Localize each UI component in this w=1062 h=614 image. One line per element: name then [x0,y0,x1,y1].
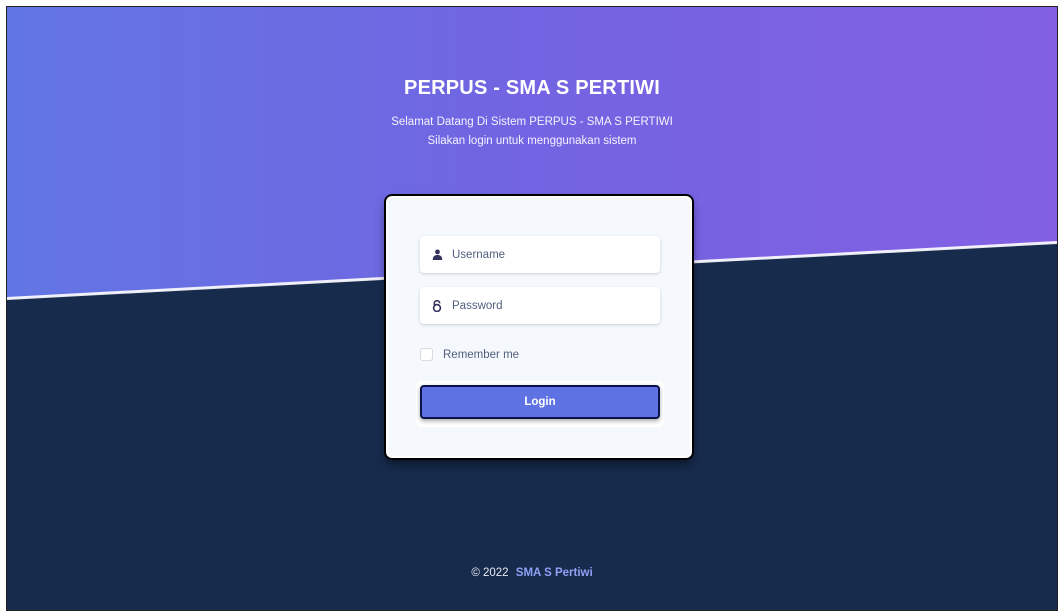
footer-brand-link[interactable]: SMA S Pertiwi [516,567,593,579]
welcome-text: Selamat Datang Di Sistem PERPUS - SMA S … [391,116,673,128]
page-subtitle: Selamat Datang Di Sistem PERPUS - SMA S … [7,113,1057,151]
remember-me-control[interactable]: Remember me [420,348,519,361]
login-button-wrapper: Login [416,381,664,427]
copyright-text: © 2022 [471,567,509,579]
username-input[interactable] [452,248,652,261]
lock-icon [430,299,444,313]
login-card: Remember me Login [386,196,692,458]
footer: © 2022 SMA S Pertiwi [7,567,1057,579]
user-icon [430,248,444,262]
page-heading: PERPUS - SMA S PERTIWI Selamat Datang Di… [7,77,1057,151]
password-input[interactable] [452,299,652,312]
password-field[interactable] [420,287,660,324]
username-field[interactable] [420,236,660,273]
remember-me-checkbox[interactable] [420,348,433,361]
page-frame: PERPUS - SMA S PERTIWI Selamat Datang Di… [6,6,1058,611]
instruction-text: Silakan login untuk menggunakan sistem [427,135,637,147]
login-button[interactable]: Login [420,385,660,419]
page-title: PERPUS - SMA S PERTIWI [404,77,660,99]
remember-me-label: Remember me [443,348,520,361]
